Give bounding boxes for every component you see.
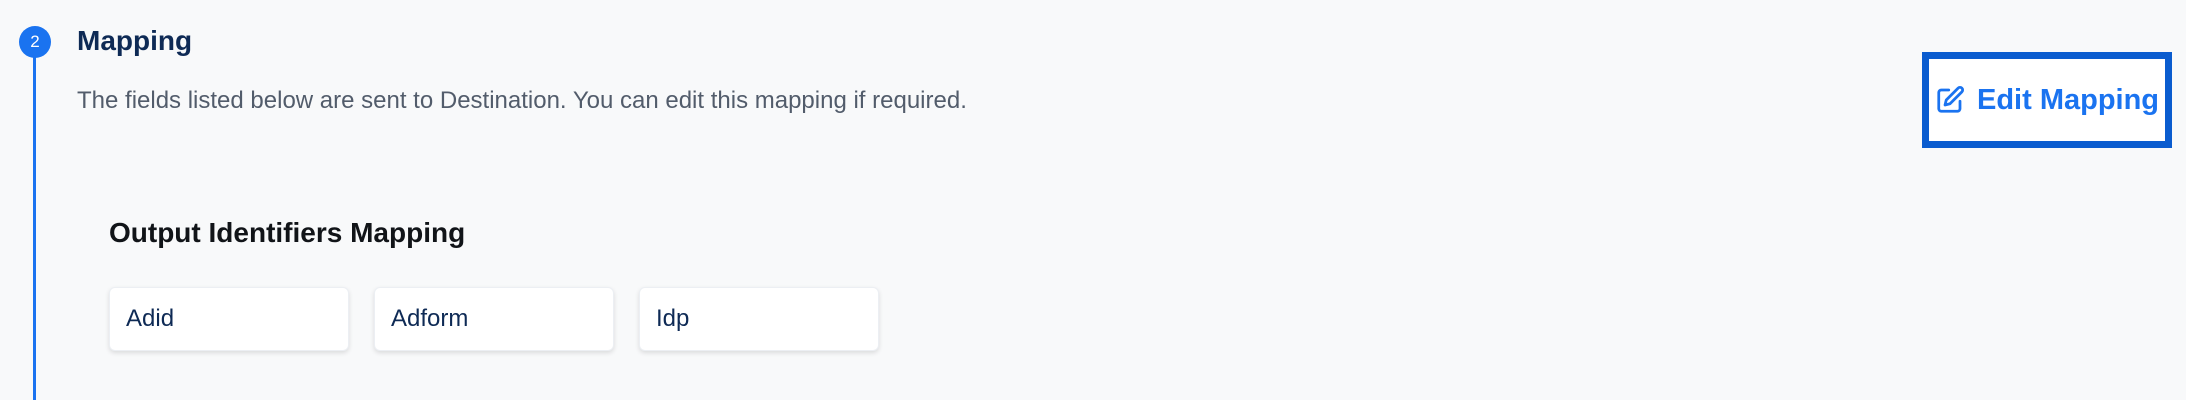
edit-icon bbox=[1935, 85, 1965, 115]
section-title: Mapping bbox=[77, 25, 193, 56]
output-identifiers-title: Output Identifiers Mapping bbox=[109, 217, 466, 248]
output-identifiers-list: Adid Adform Idp bbox=[109, 287, 879, 351]
stepper-line bbox=[33, 44, 36, 400]
identifier-chip-adform: Adform bbox=[374, 287, 614, 351]
step-number-badge: 2 bbox=[19, 26, 51, 58]
identifier-chip-adid: Adid bbox=[109, 287, 349, 351]
section-description: The fields listed below are sent to Dest… bbox=[77, 87, 967, 114]
edit-mapping-label: Edit Mapping bbox=[1976, 83, 2160, 116]
edit-mapping-button[interactable]: Edit Mapping bbox=[1922, 52, 2172, 148]
identifier-chip-idp: Idp bbox=[639, 287, 879, 351]
